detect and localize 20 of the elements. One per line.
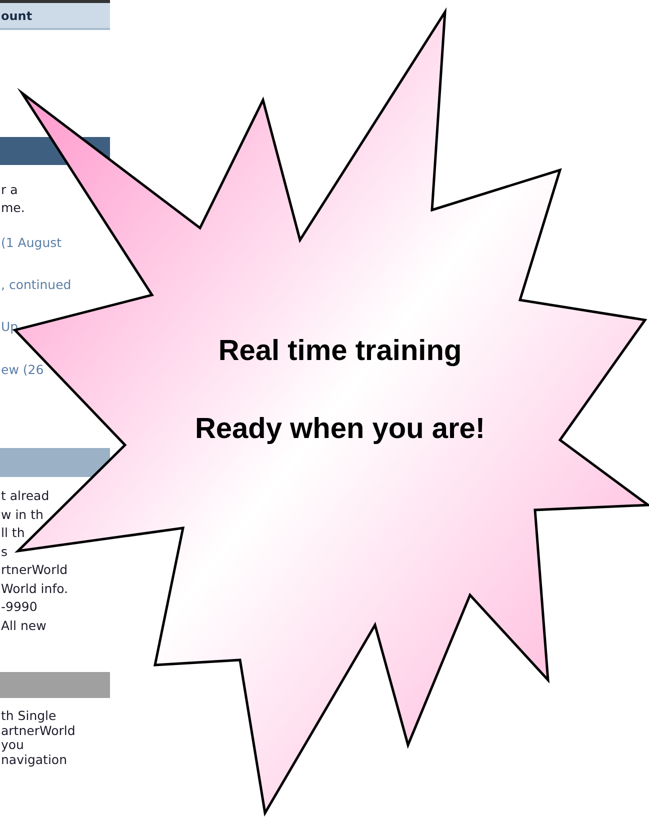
- body-text: ll th: [0, 524, 25, 542]
- body-text: you: [0, 738, 24, 754]
- body-text: All new: [0, 616, 46, 634]
- body-text: me.: [0, 199, 25, 217]
- top-nav-bar: ount: [0, 0, 110, 30]
- body-text: rtnerWorld: [0, 561, 68, 579]
- callout-text: Ready when you are!: [194, 412, 486, 447]
- callout-text: Real time training: [218, 334, 462, 369]
- body-text: artnerWorld: [0, 724, 76, 738]
- news-link[interactable]: , continued: [0, 276, 72, 294]
- body-text: r a: [0, 181, 18, 199]
- news-link[interactable]: ew (26: [0, 361, 44, 379]
- body-text: t alread: [0, 487, 50, 505]
- body-text: World info.: [0, 580, 68, 598]
- body-text: navigation: [0, 753, 67, 768]
- body-text: w in th: [0, 506, 44, 524]
- body-text: th Single: [0, 709, 56, 724]
- news-link[interactable]: (1 August: [0, 234, 62, 252]
- body-text: s: [0, 542, 8, 560]
- body-text: -9990: [0, 598, 38, 616]
